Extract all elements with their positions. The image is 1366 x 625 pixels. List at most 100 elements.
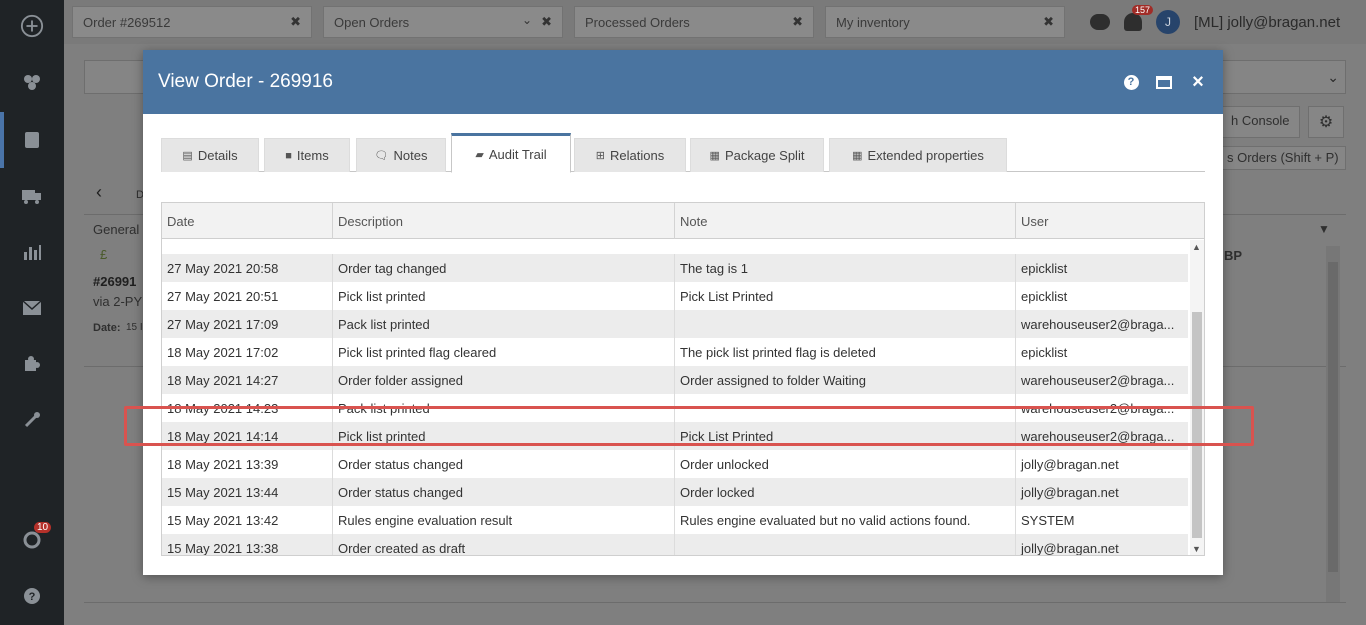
table-row[interactable]: 27 May 2021 20:58 Order tag changed The ta… (162, 254, 1188, 282)
reports-chart-icon[interactable] (20, 240, 44, 264)
background-select[interactable] (84, 60, 144, 94)
cell-description: Rules engine evaluation result (333, 506, 675, 534)
background-general-label: General (93, 222, 140, 237)
mail-icon[interactable] (20, 296, 44, 320)
column-header-date[interactable]: Date (162, 203, 333, 239)
tab-extended-properties[interactable]: ▦ Extended properties (829, 138, 1007, 172)
apps-puzzle-icon[interactable] (20, 352, 44, 376)
shipping-truck-icon[interactable] (20, 184, 44, 208)
cell-date: 18 May 2021 17:02 (162, 338, 333, 366)
top-tab-order-269512[interactable]: Order #269512 ✖ (72, 6, 312, 38)
cell-note (675, 534, 1016, 555)
filter-icon[interactable]: ▼ (1318, 222, 1330, 236)
cell-description: Pick list printed (333, 282, 675, 310)
background-console-button[interactable]: h Console (1222, 106, 1300, 138)
cell-note: Rules engine evaluated but no valid acti… (675, 506, 1016, 534)
logo-icon[interactable] (20, 14, 44, 38)
table-row[interactable]: 27 May 2021 17:09 Pack list printed wareho… (162, 310, 1188, 338)
sync-badge: 10 (34, 522, 52, 533)
top-tab-label: Open Orders (334, 15, 410, 30)
scroll-up-icon[interactable]: ▲ (1192, 242, 1201, 252)
grid-icon: ▦ (709, 150, 720, 162)
cell-description: Pick list printed flag cleared (333, 338, 675, 366)
grid-body: 27 May 2021 20:58 Order tag changed The ta… (162, 240, 1188, 555)
top-tab-label: Order #269512 (83, 15, 171, 30)
background-right-select[interactable]: ⌄ (1222, 60, 1346, 94)
user-label[interactable]: [ML] jolly@bragan.net (1194, 14, 1340, 31)
tab-relations[interactable]: ⊞ Relations (574, 138, 686, 172)
tab-items[interactable]: ■ Items (264, 138, 350, 172)
cell-note: Order locked (675, 478, 1016, 506)
scrollbar-thumb[interactable] (1328, 262, 1338, 572)
cell-note: Order unlocked (675, 450, 1016, 478)
chevron-down-icon[interactable]: ⌄ (522, 13, 532, 27)
help-icon[interactable]: ? (1121, 72, 1141, 92)
cell-date: 15 May 2021 13:44 (162, 478, 333, 506)
list-icon: ▤ (182, 150, 193, 162)
top-tab-label: Processed Orders (585, 15, 690, 30)
cell-description: Order status changed (333, 450, 675, 478)
column-header-user[interactable]: User (1016, 203, 1204, 239)
scroll-down-icon[interactable]: ▼ (1192, 544, 1201, 554)
avatar[interactable]: J (1156, 10, 1180, 34)
tab-details[interactable]: ▤ Details (161, 138, 259, 172)
cell-user: SYSTEM (1021, 513, 1075, 528)
gear-icon[interactable]: ⚙ (1308, 106, 1344, 138)
left-navigation: 10 ? (0, 0, 64, 625)
archive-icon: ▰ (475, 148, 484, 161)
background-order-number: #26991 (93, 274, 137, 289)
cell-user: epicklist (1021, 345, 1068, 360)
currency-pound-icon: £ (100, 247, 108, 262)
background-date-label: Date: (93, 322, 121, 334)
orders-book-icon[interactable] (20, 128, 44, 152)
close-icon[interactable]: ✖ (290, 14, 301, 30)
cell-description: Order tag changed (333, 254, 675, 282)
cell-note: Pick List Printed (675, 282, 1016, 310)
cell-user: warehouseuser2@braga... (1021, 317, 1175, 332)
settings-wrench-icon[interactable] (20, 408, 44, 432)
notifications-badge: 157 (1132, 5, 1154, 15)
cell-user: jolly@bragan.net (1021, 457, 1119, 472)
cell-note (675, 310, 1016, 338)
top-tab-open-orders[interactable]: Open Orders ⌄ ✖ (323, 6, 563, 38)
help-icon[interactable]: ? (20, 584, 44, 608)
cell-user: jolly@bragan.net (1021, 485, 1119, 500)
table-row-partial (162, 240, 1188, 254)
chat-bubble-icon[interactable] (1090, 14, 1110, 30)
maximize-icon[interactable] (1154, 72, 1174, 92)
table-row[interactable]: 18 May 2021 13:39 Order status changed Ord… (162, 450, 1188, 478)
tab-label: Details (197, 148, 238, 163)
tab-audit-trail[interactable]: ▰ Audit Trail (451, 133, 571, 173)
background-scrollbar[interactable] (1326, 246, 1340, 602)
cell-description: Pack list printed (333, 310, 675, 338)
table-row[interactable]: 15 May 2021 13:42 Rules engine evaluation… (162, 506, 1188, 534)
table-row[interactable]: 15 May 2021 13:38 Order created as draft j… (162, 534, 1188, 555)
tab-label: Notes (393, 148, 428, 163)
close-icon[interactable]: ✖ (541, 14, 552, 30)
table-row[interactable]: 15 May 2021 13:44 Order status changed Ord… (162, 478, 1188, 506)
background-orders-button[interactable]: s Orders (Shift + P) (1222, 146, 1346, 170)
modal-title: View Order - 269916 (158, 71, 333, 92)
grid-scrollbar[interactable]: ▲ ▼ (1190, 240, 1204, 555)
square-icon: ■ (285, 149, 292, 162)
top-tab-processed-orders[interactable]: Processed Orders ✖ (574, 6, 814, 38)
close-icon[interactable]: × (1188, 72, 1208, 92)
column-header-description[interactable]: Description (333, 203, 675, 239)
tab-notes[interactable]: 🗨 Notes (356, 138, 446, 172)
tab-package-split[interactable]: ▦ Package Split (690, 138, 824, 172)
cell-date: 27 May 2021 17:09 (162, 310, 333, 338)
column-header-note[interactable]: Note (675, 203, 1016, 239)
table-row[interactable]: 18 May 2021 17:02 Pick list printed flag … (162, 338, 1188, 366)
table-row[interactable]: 18 May 2021 14:27 Order folder assigned Or… (162, 366, 1188, 394)
cell-date: 27 May 2021 20:58 (162, 254, 333, 282)
audit-trail-grid: Date Description Note User 27 May 2021 2… (161, 202, 1205, 556)
close-icon[interactable]: ✖ (1043, 14, 1054, 30)
grid-header: Date Description Note User (162, 203, 1204, 239)
top-tab-my-inventory[interactable]: My inventory ✖ (825, 6, 1065, 38)
table-row[interactable]: 27 May 2021 20:51 Pick list printed Pick L… (162, 282, 1188, 310)
notifications-bell-icon[interactable]: 157 (1124, 5, 1154, 31)
close-icon[interactable]: ✖ (792, 14, 803, 30)
cell-note: Order assigned to folder Waiting (675, 366, 1016, 394)
back-arrow-icon[interactable]: ‹ (96, 182, 102, 203)
dashboard-icon[interactable] (20, 70, 44, 94)
